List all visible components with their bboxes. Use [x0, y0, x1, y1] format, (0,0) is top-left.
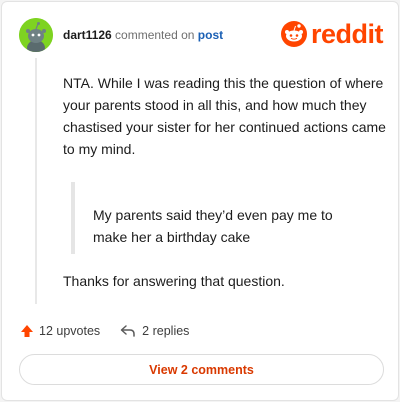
- reddit-wordmark: reddit: [310, 19, 384, 49]
- snoo-avatar-icon: [19, 18, 53, 52]
- username-link[interactable]: dart1126: [63, 28, 112, 42]
- comment-paragraph-2: Thanks for answering that question.: [63, 273, 285, 289]
- view-comments-button[interactable]: View 2 comments: [19, 354, 384, 385]
- blockquote: My parents said they’d even pay me to ma…: [71, 182, 388, 254]
- comment-paragraph-1: NTA. While I was reading this the questi…: [63, 75, 386, 157]
- comment-card: dart1126 commented on post reddit NTA. W…: [1, 1, 399, 401]
- avatar[interactable]: [19, 18, 53, 52]
- thread-line[interactable]: [35, 58, 37, 304]
- post-link[interactable]: post: [198, 28, 223, 42]
- quote-bar: [71, 182, 75, 254]
- comment-header: dart1126 commented on post: [63, 27, 223, 43]
- reddit-snoo-icon: [280, 21, 307, 47]
- reply-arrow-icon: [120, 325, 135, 337]
- replies-count: 2 replies: [142, 324, 190, 338]
- upvote-count: 12 upvotes: [39, 324, 101, 338]
- comment-footer: 12 upvotes 2 replies: [20, 321, 189, 341]
- replies-button[interactable]: 2 replies: [120, 324, 189, 338]
- action-text: commented on: [115, 28, 195, 42]
- arrow-up-icon: [21, 325, 33, 337]
- reddit-logo[interactable]: reddit: [280, 19, 384, 49]
- quote-text: My parents said they’d even pay me to ma…: [93, 207, 333, 245]
- comment-body: NTA. While I was reading this the questi…: [63, 72, 388, 292]
- upvote-button[interactable]: 12 upvotes: [20, 324, 100, 338]
